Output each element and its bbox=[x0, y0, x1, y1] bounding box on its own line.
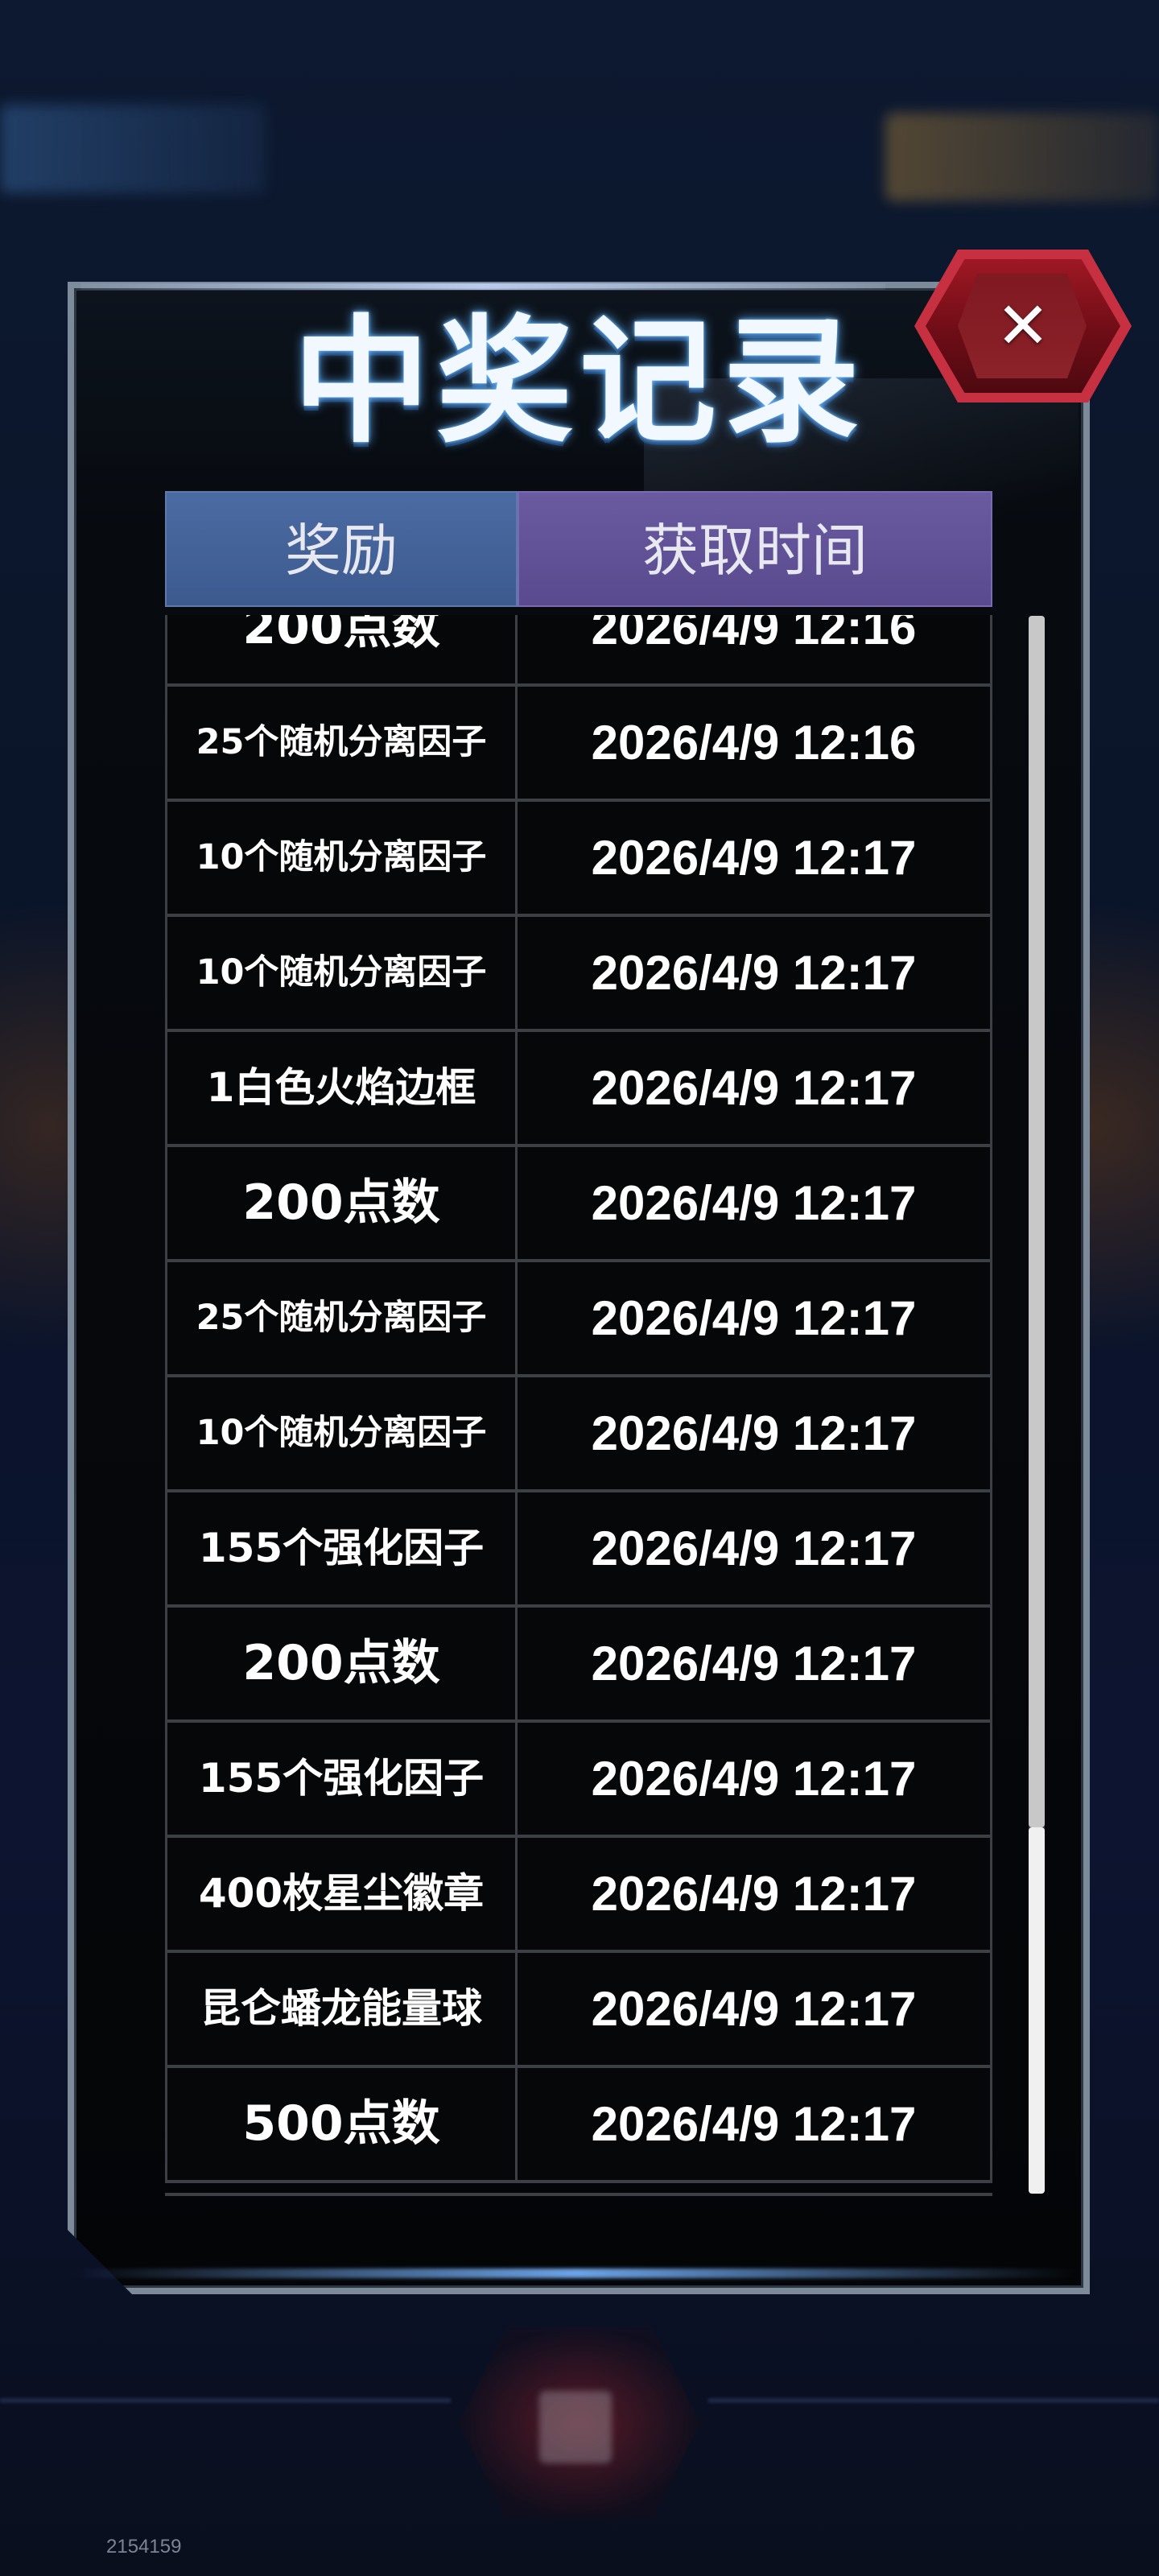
background-bottom-icon bbox=[539, 2391, 612, 2463]
time-cell: 2026/4/9 12:17 bbox=[518, 1377, 992, 1489]
background-line bbox=[708, 2399, 1159, 2402]
reward-cell: 200点数 bbox=[165, 1147, 518, 1259]
time-cell: 2026/4/9 12:17 bbox=[518, 1723, 992, 1835]
panel-bottom-glow bbox=[72, 2268, 1079, 2278]
reward-cell: 200点数 bbox=[165, 1608, 518, 1719]
table-row: 10个随机分离因子 2026/4/9 12:17 bbox=[165, 1377, 992, 1492]
reward-cell: 昆仑蟠龙能量球 bbox=[165, 1953, 518, 2065]
table-row: 10个随机分离因子 2026/4/9 12:17 bbox=[165, 917, 992, 1032]
watermark-id: 2154159 bbox=[106, 2536, 182, 2557]
table-row: 10个随机分离因子 2026/4/9 12:17 bbox=[165, 802, 992, 917]
time-cell: 2026/4/9 12:17 bbox=[518, 802, 992, 914]
time-cell: 2026/4/9 12:17 bbox=[518, 1147, 992, 1259]
time-cell: 2026/4/9 12:17 bbox=[518, 1032, 992, 1144]
time-cell: 2026/4/9 12:17 bbox=[518, 1262, 992, 1374]
reward-cell: 25个随机分离因子 bbox=[165, 1262, 518, 1374]
reward-cell: 1白色火焰边框 bbox=[165, 1032, 518, 1144]
reward-cell: 10个随机分离因子 bbox=[165, 1377, 518, 1489]
table-row: 500点数 2026/4/9 12:17 bbox=[165, 2068, 992, 2183]
background-line bbox=[0, 2399, 451, 2402]
time-cell: 2026/4/9 12:16 bbox=[518, 687, 992, 799]
table-body[interactable]: 200点数 2026/4/9 12:16 25个随机分离因子 2026/4/9 12:… bbox=[165, 615, 992, 2225]
table-row: 25个随机分离因子 2026/4/9 12:16 bbox=[165, 687, 992, 802]
table-row: 155个强化因子 2026/4/9 12:17 bbox=[165, 1723, 992, 1838]
time-cell: 2026/4/9 12:17 bbox=[518, 1492, 992, 1604]
table-row: 400枚星尘徽章 2026/4/9 12:17 bbox=[165, 1838, 992, 1953]
reward-cell: 10个随机分离因子 bbox=[165, 802, 518, 914]
reward-cell: 25个随机分离因子 bbox=[165, 687, 518, 799]
table-bottom-border bbox=[165, 2193, 992, 2196]
scrollbar-upper[interactable] bbox=[1029, 616, 1045, 1827]
time-cell: 2026/4/9 12:17 bbox=[518, 917, 992, 1029]
reward-cell: 200点数 bbox=[165, 615, 518, 683]
reward-cell: 500点数 bbox=[165, 2068, 518, 2180]
close-icon[interactable]: ✕ bbox=[914, 250, 1132, 402]
time-cell: 2026/4/9 12:17 bbox=[518, 1838, 992, 1950]
background-logo-left bbox=[0, 105, 266, 193]
time-cell: 2026/4/9 12:17 bbox=[518, 1608, 992, 1719]
table-row: 155个强化因子 2026/4/9 12:17 bbox=[165, 1492, 992, 1608]
prize-record-table: 奖励 获取时间 200点数 2026/4/9 12:16 25个随机分离因子 2026… bbox=[165, 491, 992, 2183]
scrollbar-thumb[interactable] bbox=[1029, 1827, 1045, 2194]
time-cell: 2026/4/9 12:16 bbox=[518, 615, 992, 683]
panel-top-highlight bbox=[80, 283, 885, 290]
table-row: 200点数 2026/4/9 12:17 bbox=[165, 1608, 992, 1723]
column-header-reward: 奖励 bbox=[165, 491, 518, 607]
column-header-time: 获取时间 bbox=[518, 491, 992, 607]
table-header: 奖励 获取时间 bbox=[165, 491, 992, 607]
table-row: 1白色火焰边框 2026/4/9 12:17 bbox=[165, 1032, 992, 1147]
table-rows[interactable]: 200点数 2026/4/9 12:16 25个随机分离因子 2026/4/9 12:… bbox=[165, 615, 992, 2183]
reward-cell: 10个随机分离因子 bbox=[165, 917, 518, 1029]
reward-cell: 155个强化因子 bbox=[165, 1723, 518, 1835]
table-row: 200点数 2026/4/9 12:17 bbox=[165, 1147, 992, 1262]
table-row: 200点数 2026/4/9 12:16 bbox=[165, 615, 992, 687]
table-row: 25个随机分离因子 2026/4/9 12:17 bbox=[165, 1262, 992, 1377]
reward-cell: 155个强化因子 bbox=[165, 1492, 518, 1604]
table-row: 昆仑蟠龙能量球 2026/4/9 12:17 bbox=[165, 1953, 992, 2068]
reward-cell: 400枚星尘徽章 bbox=[165, 1838, 518, 1950]
time-cell: 2026/4/9 12:17 bbox=[518, 2068, 992, 2180]
time-cell: 2026/4/9 12:17 bbox=[518, 1953, 992, 2065]
background-logo-right bbox=[885, 113, 1159, 201]
